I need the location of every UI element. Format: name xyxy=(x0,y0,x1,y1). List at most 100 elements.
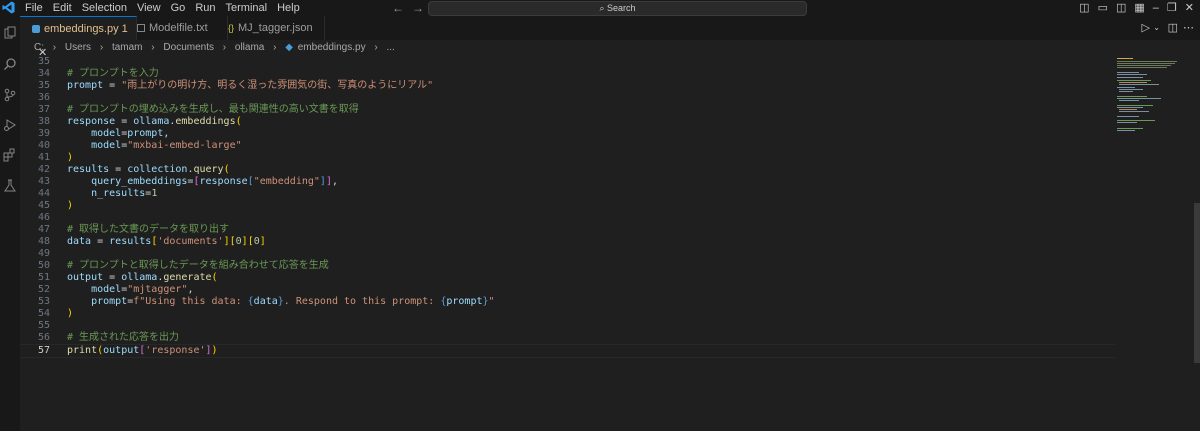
breadcrumb: C: › Users › tamam › Documents › ollama … xyxy=(20,40,1200,56)
code-line[interactable]: 57 print(output['response']) xyxy=(20,344,1115,358)
vertical-scrollbar[interactable] xyxy=(1194,203,1200,363)
code-token: results xyxy=(109,236,152,247)
code-line[interactable]: 53 prompt=f"Using this data: {data}. Res… xyxy=(20,296,1115,308)
code-line[interactable]: 40 model="mxbai-embed-large" xyxy=(20,140,1115,152)
forward-arrow-icon[interactable]: → xyxy=(412,1,424,15)
code-token: generate xyxy=(163,272,212,283)
menu-view[interactable]: View xyxy=(132,0,166,16)
minimize-icon[interactable]: – xyxy=(1153,0,1159,16)
code-line[interactable]: 52 model="mjtagger", xyxy=(20,284,1115,296)
json-icon: {} xyxy=(228,23,235,33)
code-token: data xyxy=(253,296,278,307)
code-line[interactable]: 34 # プロンプトを入力 xyxy=(20,68,1115,80)
chevron-right-icon: › xyxy=(374,42,378,53)
code-line[interactable]: 46 xyxy=(20,212,1115,224)
search-box[interactable]: ⌕ Search xyxy=(428,1,807,16)
code-token: print xyxy=(67,345,98,356)
code-line[interactable]: 42 results = collection.query( xyxy=(20,164,1115,176)
code-line[interactable]: 35 xyxy=(20,56,1115,68)
search-sidebar-icon[interactable] xyxy=(3,57,17,71)
code-token: prompt xyxy=(67,80,104,91)
menu-terminal[interactable]: Terminal xyxy=(221,0,273,16)
more-actions-icon[interactable]: ⋯ xyxy=(1183,16,1194,40)
code-line[interactable]: 55 xyxy=(20,320,1115,332)
breadcrumb-ollama[interactable]: ollama xyxy=(235,42,264,53)
source-control-icon[interactable] xyxy=(3,88,17,102)
search-label: Search xyxy=(607,3,636,13)
chevron-right-icon: › xyxy=(273,42,277,53)
breadcrumb-documents[interactable]: Documents xyxy=(163,42,214,53)
code-text: # プロンプトを入力 xyxy=(67,68,159,80)
code-line[interactable]: 36 xyxy=(20,92,1115,104)
extensions-icon[interactable] xyxy=(3,148,17,162)
code-line[interactable]: 43 query_embeddings=[response["embedding… xyxy=(20,176,1115,188)
toggle-panel-icon[interactable]: ▭ xyxy=(1098,0,1108,16)
code-token: 1 xyxy=(151,188,158,199)
breadcrumb-users[interactable]: Users xyxy=(65,42,91,53)
run-python-file-icon[interactable]: ▷ xyxy=(1142,16,1150,40)
code-line[interactable]: 50 # プロンプトと取得したデータを組み合わせて応答を生成 xyxy=(20,260,1115,272)
code-text: n_results=1 xyxy=(67,188,157,200)
code-line[interactable]: 45) xyxy=(20,200,1115,212)
code-text: # プロンプトと取得したデータを組み合わせて応答を生成 xyxy=(67,260,329,272)
code-line[interactable]: 51 output = ollama.generate( xyxy=(20,272,1115,284)
tab-embeddings-py[interactable]: embeddings.py 1 ✕ xyxy=(20,16,137,59)
code-editor[interactable]: 35 34 # プロンプトを入力 35 prompt = "雨上がりの明け方、明るく湿っ… xyxy=(20,56,1115,431)
code-line[interactable]: 47 # 取得した文書のデータを取り出す xyxy=(20,224,1115,236)
code-text: data = results['documents'][0][0] xyxy=(67,236,266,248)
chevron-right-icon: › xyxy=(222,42,227,53)
toggle-secondary-sidebar-icon[interactable]: ◫ xyxy=(1116,0,1126,16)
code-text: output = ollama.generate( xyxy=(67,272,218,284)
code-line[interactable]: 35 prompt = "雨上がりの明け方、明るく湿った雰囲気の街、写真のようにリ… xyxy=(20,80,1115,92)
tab-mj-tagger-json[interactable]: {} MJ_tagger.json xyxy=(216,16,325,40)
code-text: ) xyxy=(67,152,73,164)
back-arrow-icon[interactable]: ← xyxy=(392,1,404,15)
code-line[interactable]: 39 model=prompt, xyxy=(20,128,1115,140)
minimap[interactable] xyxy=(1115,56,1195,431)
code-line[interactable]: 41) xyxy=(20,152,1115,164)
run-debug-icon[interactable] xyxy=(3,118,17,132)
breadcrumb-symbol[interactable]: ... xyxy=(386,42,394,53)
testing-icon[interactable] xyxy=(3,179,17,193)
breadcrumb-user[interactable]: tamam xyxy=(112,42,143,53)
line-number: 55 xyxy=(37,320,50,331)
tab-label: MJ_tagger.json xyxy=(238,22,313,34)
line-number: 42 xyxy=(37,164,50,175)
code-token: output xyxy=(103,345,140,356)
code-line[interactable]: 44 n_results=1 xyxy=(20,188,1115,200)
vscode-logo-icon[interactable] xyxy=(2,1,15,14)
code-token: " xyxy=(488,296,495,307)
code-line[interactable]: 54) xyxy=(20,308,1115,320)
text-file-icon xyxy=(137,24,145,33)
code-token: results xyxy=(67,164,110,175)
menu-go[interactable]: Go xyxy=(166,0,191,16)
menu-file[interactable]: File xyxy=(20,0,48,16)
code-line[interactable]: 38 response = ollama.embeddings( xyxy=(20,116,1115,128)
line-number: 40 xyxy=(37,140,50,151)
menu-selection[interactable]: Selection xyxy=(77,0,132,16)
line-number: 52 xyxy=(37,284,50,295)
close-icon[interactable]: ✕ xyxy=(1185,0,1194,16)
code-line[interactable]: 49 xyxy=(20,248,1115,260)
line-number: 48 xyxy=(37,236,50,247)
restore-icon[interactable]: ❐ xyxy=(1167,0,1177,16)
code-line[interactable]: 48 data = results['documents'][0][0] xyxy=(20,236,1115,248)
tab-bar: embeddings.py 1 ✕ Modelfile.txt {} MJ_tag… xyxy=(20,16,1200,59)
code-text: # プロンプトの埋め込みを生成し、最も関連性の高い文書を取得 xyxy=(67,104,359,116)
toggle-sidebar-icon[interactable]: ◫ xyxy=(1079,0,1089,16)
menu-edit[interactable]: Edit xyxy=(48,0,77,16)
tab-modelfile-txt[interactable]: Modelfile.txt xyxy=(125,16,228,40)
code-line[interactable]: 37 # プロンプトの埋め込みを生成し、最も関連性の高い文書を取得 xyxy=(20,104,1115,116)
split-editor-icon[interactable]: ◫ xyxy=(1168,16,1178,40)
code-line[interactable]: 56 # 生成された応答を出力 xyxy=(20,332,1115,344)
customize-layout-icon[interactable]: ▦ xyxy=(1134,0,1144,16)
breadcrumb-file[interactable]: embeddings.py xyxy=(298,42,366,53)
menu-help[interactable]: Help xyxy=(272,0,305,16)
code-token: data xyxy=(67,236,92,247)
line-number: 57 xyxy=(37,345,50,356)
menu-run[interactable]: Run xyxy=(190,0,220,16)
explorer-icon[interactable] xyxy=(3,26,17,40)
line-number: 38 xyxy=(37,116,50,127)
run-dropdown-icon[interactable]: ⌄ xyxy=(1153,16,1160,40)
breadcrumb-drive[interactable]: C: xyxy=(34,42,44,53)
